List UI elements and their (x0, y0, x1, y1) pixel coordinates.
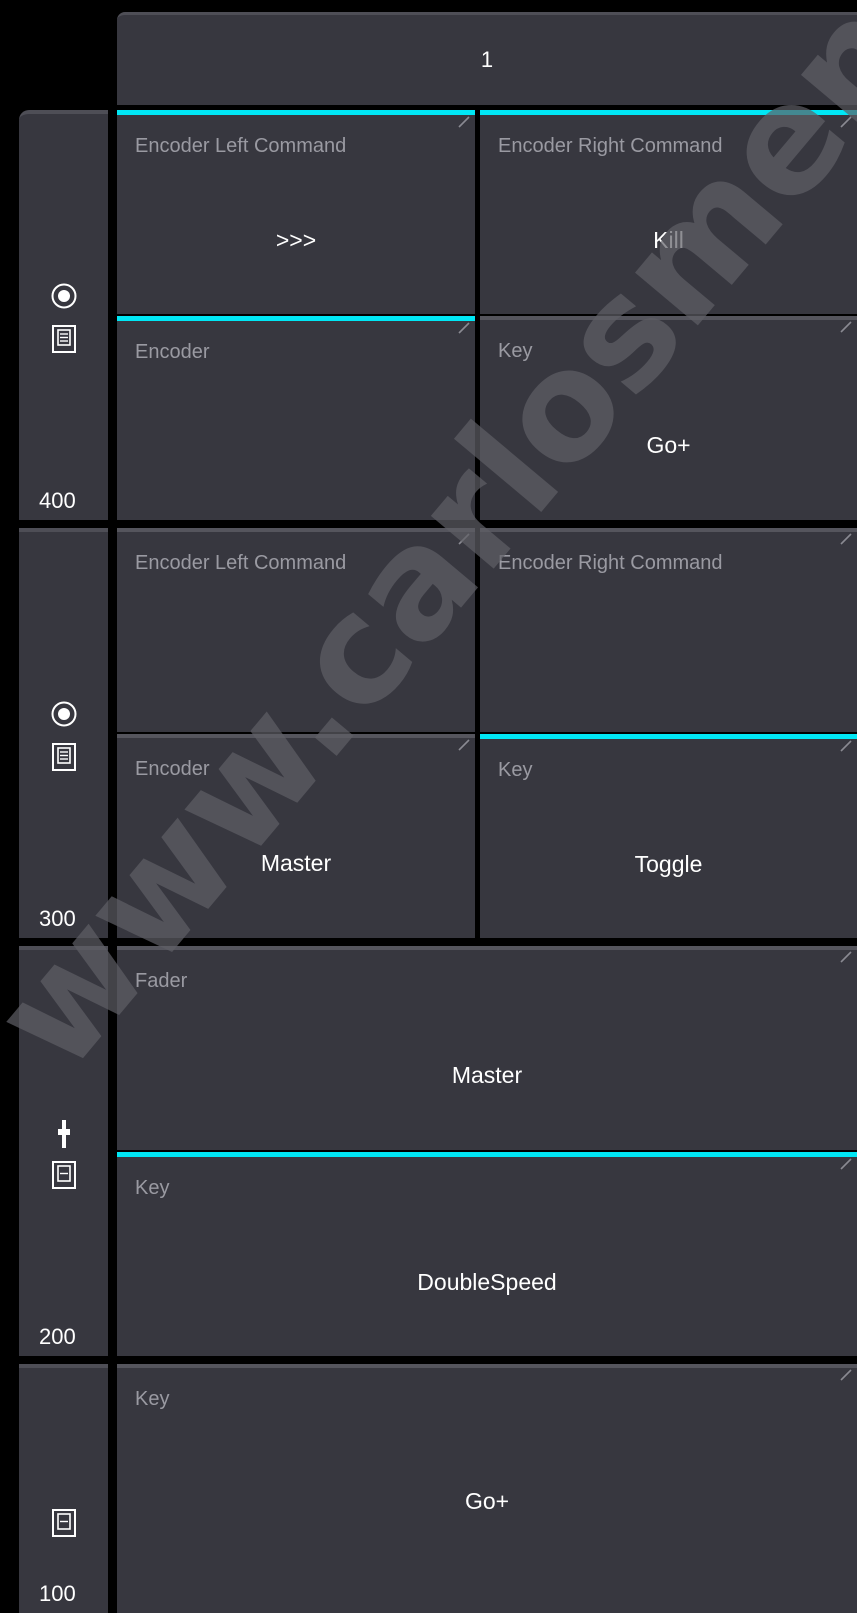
cell-label: Encoder (135, 341, 210, 363)
encoder-cell[interactable]: Encoder (117, 316, 475, 520)
edit-corner-icon[interactable] (457, 321, 471, 335)
encoder-left-command-cell[interactable]: Encoder Left Command (117, 528, 475, 732)
cell-value: Kill (653, 227, 684, 253)
key-cell[interactable]: Key Go+ (117, 1364, 857, 1613)
cell-label: Encoder (135, 758, 210, 780)
cell-value: Go+ (646, 432, 691, 458)
edit-corner-icon[interactable] (839, 320, 853, 334)
executor-number: 200 (39, 1324, 76, 1349)
cell-label: Encoder Left Command (135, 135, 347, 157)
cell-value: Master (451, 1062, 523, 1088)
edit-corner-icon[interactable] (839, 739, 853, 753)
executor-row-200-sidebar[interactable]: 200 (19, 946, 108, 1356)
edit-corner-icon[interactable] (457, 532, 471, 546)
key-button-icon (51, 325, 76, 353)
cell-label: Encoder Right Command (498, 135, 723, 157)
key-button-icon (51, 1161, 76, 1189)
cell-value: DoubleSpeed (417, 1269, 557, 1295)
edit-corner-icon[interactable] (457, 738, 471, 752)
edit-corner-icon[interactable] (839, 1368, 853, 1382)
key-button-icon (51, 743, 76, 771)
cell-label: Key (135, 1388, 170, 1410)
cell-value: >>> (275, 227, 317, 253)
executor-config-screen: 1 400 Encoder Left Command >>> Encoder R… (0, 0, 857, 1613)
key-cell[interactable]: Key DoubleSpeed (117, 1152, 857, 1356)
encoder-cell[interactable]: Encoder Master (117, 734, 475, 938)
page-header[interactable]: 1 (117, 12, 857, 105)
key-button-icon (51, 1509, 76, 1537)
cell-label: Encoder Right Command (498, 552, 723, 574)
cell-label: Key (498, 340, 533, 362)
encoder-right-command-cell[interactable]: Encoder Right Command Kill (480, 110, 857, 314)
cell-value: Master (260, 850, 332, 876)
encoder-knob-icon (51, 701, 76, 727)
edit-corner-icon[interactable] (457, 115, 471, 129)
cell-label: Encoder Left Command (135, 552, 347, 574)
edit-corner-icon[interactable] (839, 532, 853, 546)
executor-row-300-sidebar[interactable]: 300 (19, 528, 108, 938)
key-cell[interactable]: Key Toggle (480, 734, 857, 938)
fader-cell[interactable]: Fader Master (117, 946, 857, 1150)
executor-number: 400 (39, 488, 76, 513)
encoder-knob-icon (51, 283, 76, 309)
page-number: 1 (480, 47, 494, 72)
cell-value: Go+ (464, 1488, 510, 1514)
edit-corner-icon[interactable] (839, 1157, 853, 1171)
encoder-left-command-cell[interactable]: Encoder Left Command >>> (117, 110, 475, 314)
executor-number: 100 (39, 1581, 76, 1606)
cell-value: Toggle (634, 851, 703, 877)
key-cell[interactable]: Key Go+ (480, 316, 857, 520)
cell-label: Key (498, 759, 533, 781)
executor-row-100-sidebar[interactable]: 100 (19, 1364, 108, 1613)
cell-label: Fader (135, 970, 188, 992)
executor-row-400-sidebar[interactable]: 400 (19, 110, 108, 520)
edit-corner-icon[interactable] (839, 950, 853, 964)
cell-label: Key (135, 1177, 170, 1199)
edit-corner-icon[interactable] (839, 115, 853, 129)
encoder-right-command-cell[interactable]: Encoder Right Command (480, 528, 857, 732)
fader-icon (57, 1120, 70, 1148)
executor-number: 300 (39, 906, 76, 931)
